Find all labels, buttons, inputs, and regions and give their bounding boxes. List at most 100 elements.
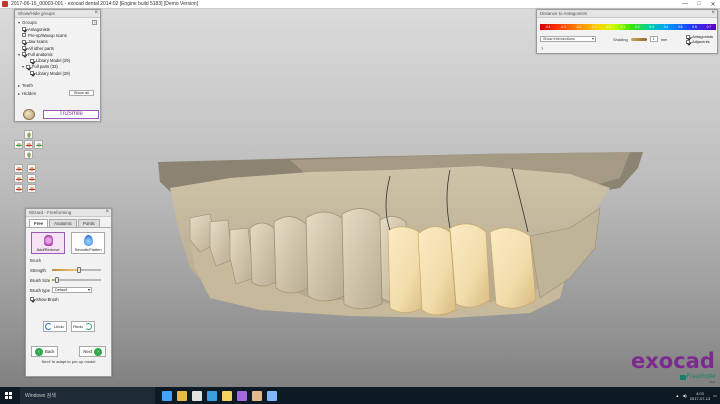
add-remove-label: Add/Remove [36, 247, 60, 252]
view-quadrant-4-button[interactable] [27, 174, 36, 183]
checkbox[interactable] [22, 52, 26, 57]
tree-item-label: Library Model (29) [36, 70, 70, 76]
checkbox[interactable] [22, 39, 26, 44]
wizard-close-icon[interactable]: × [105, 209, 109, 215]
view-quadrant-2-button[interactable] [27, 164, 36, 173]
undo-arrow-icon [45, 323, 53, 330]
color-scale-tick: 0.6 [692, 25, 697, 29]
checkbox[interactable] [22, 46, 26, 51]
smooth-flatten-button[interactable]: Smooth/Flatten [71, 232, 105, 254]
brush-type-select[interactable]: Default [52, 287, 92, 293]
adjacents-option[interactable]: Adjacents [686, 39, 713, 44]
network-icon[interactable]: ▲ [675, 393, 679, 398]
view-quadrant-1-button[interactable] [14, 164, 23, 173]
show-brush-checkbox[interactable] [30, 297, 34, 301]
shading-unit: mm [660, 36, 668, 42]
show-intersections-dropdown[interactable]: Show intersections [540, 36, 596, 42]
tab-free[interactable]: Free [29, 219, 49, 227]
groups-section-header[interactable]: ▾ Groups ? [15, 18, 100, 26]
maximize-button[interactable]: □ [692, 1, 706, 8]
brush-section-label: Brush [30, 258, 42, 263]
help-icon[interactable]: ? [541, 46, 543, 51]
help-icon[interactable]: ? [92, 19, 97, 25]
clock-date: 2017-07-13 [689, 395, 711, 401]
notification-icon[interactable]: ▭ [713, 393, 717, 398]
hidden-section-header[interactable]: ▸ Hidden Show all [15, 89, 100, 97]
view-quadrant-6-button[interactable] [27, 184, 36, 193]
tab-pontic[interactable]: Pontic [78, 219, 100, 227]
teeth-section-header[interactable]: ▸ Teeth [15, 81, 100, 89]
view-orientation-toolbar [14, 130, 44, 196]
groups-tree: Antagonists Pre-op/Waxup scans Jaw scans… [15, 26, 100, 76]
color-scale-tick: -0.4 [544, 25, 551, 29]
checkbox[interactable] [30, 58, 34, 63]
groups-label: Groups [22, 19, 37, 25]
view-left-button[interactable] [14, 140, 23, 149]
title-bar: 2017-06-15_00003-001 - exocad dental 201… [0, 0, 720, 9]
back-button[interactable]: ‹ Back [31, 346, 59, 357]
igd-label: IGD [709, 380, 715, 384]
groups-panel-title: Show/Hide groups [15, 10, 100, 18]
taskbar-app-icon[interactable] [267, 390, 277, 401]
back-arrow-icon: ‹ [35, 347, 43, 356]
taskbar-search[interactable]: Windows 검색 [20, 387, 155, 404]
show-brush-option[interactable]: Show Brush [26, 295, 111, 303]
taskbar-app-icon[interactable] [237, 390, 247, 401]
checkbox[interactable] [22, 33, 26, 38]
checkbox[interactable] [26, 64, 30, 69]
view-quadrant-5-button[interactable] [14, 184, 23, 193]
view-top-button[interactable] [24, 130, 33, 139]
shading-slider[interactable] [630, 37, 647, 41]
brush-size-slider-thumb[interactable] [54, 277, 59, 283]
view-quadrant-3-button[interactable] [14, 174, 23, 183]
groups-panel-close-icon[interactable]: × [94, 10, 98, 16]
next-button[interactable]: Next › [79, 346, 106, 357]
strength-row: Strength [26, 265, 111, 275]
smooth-flatten-label: Smooth/Flatten [74, 247, 102, 252]
add-remove-button[interactable]: Add/Remove [31, 232, 65, 254]
trusmile-button[interactable]: TruSmile [43, 110, 99, 119]
checkbox[interactable] [686, 39, 691, 44]
patient-avatar[interactable] [23, 109, 35, 120]
taskbar-app-icon[interactable] [252, 390, 262, 401]
checkbox[interactable] [22, 27, 26, 32]
taskbar-app-icon[interactable] [162, 390, 172, 401]
start-button[interactable] [0, 387, 16, 404]
show-all-button[interactable]: Show all [68, 90, 94, 97]
strength-label: Strength [30, 267, 46, 273]
volume-icon[interactable]: ◀) [682, 393, 686, 398]
dental-3d-viewport[interactable] [150, 148, 645, 323]
minimize-button[interactable]: — [678, 1, 692, 8]
restoration-crowns [387, 223, 537, 316]
wizard-freeforming-panel: Wizard - Freeforming × Free Anatomic Pon… [25, 208, 112, 377]
water-drop-icon [84, 235, 93, 246]
strength-slider-thumb[interactable] [76, 267, 81, 273]
view-bottom-button[interactable] [24, 150, 33, 159]
groups-panel: Show/Hide groups × ▾ Groups ? Antagonist… [14, 9, 101, 122]
close-button[interactable]: ✕ [706, 1, 720, 8]
strength-slider[interactable] [52, 267, 101, 273]
fraunhofer-mark-icon [679, 374, 686, 380]
checkbox[interactable] [30, 71, 34, 76]
tab-anatomic[interactable]: Anatomic [49, 219, 77, 227]
hidden-label: Hidden [22, 90, 37, 96]
view-right-button[interactable] [34, 140, 43, 149]
color-scale-tick: 0.4 [663, 25, 669, 29]
shading-value-input[interactable]: 1 [649, 36, 658, 42]
clock[interactable]: 4:03 2017-07-13 [690, 391, 710, 401]
taskbar-app-icon[interactable] [177, 390, 187, 401]
taskbar-app-icon[interactable] [222, 390, 232, 401]
system-tray: ▲ ◀) 4:03 2017-07-13 ▭ [675, 391, 720, 401]
redo-button[interactable]: Redo [70, 321, 95, 332]
view-front-button[interactable] [24, 140, 33, 149]
taskbar-app-icon[interactable] [207, 390, 217, 401]
tree-item-label: Full parts (33) [32, 64, 58, 70]
wizard-tabs: Free Anatomic Pontic [26, 217, 111, 228]
checkbox[interactable] [686, 34, 691, 39]
undo-redo-row: Undo Redo [26, 321, 111, 332]
brush-size-slider[interactable] [52, 277, 101, 283]
tree-item-library-model-2[interactable]: Library Model (29) [18, 70, 100, 76]
distance-panel-close-icon[interactable]: × [711, 10, 715, 16]
undo-button[interactable]: Undo [42, 321, 67, 332]
taskbar-app-icon[interactable] [192, 390, 202, 401]
